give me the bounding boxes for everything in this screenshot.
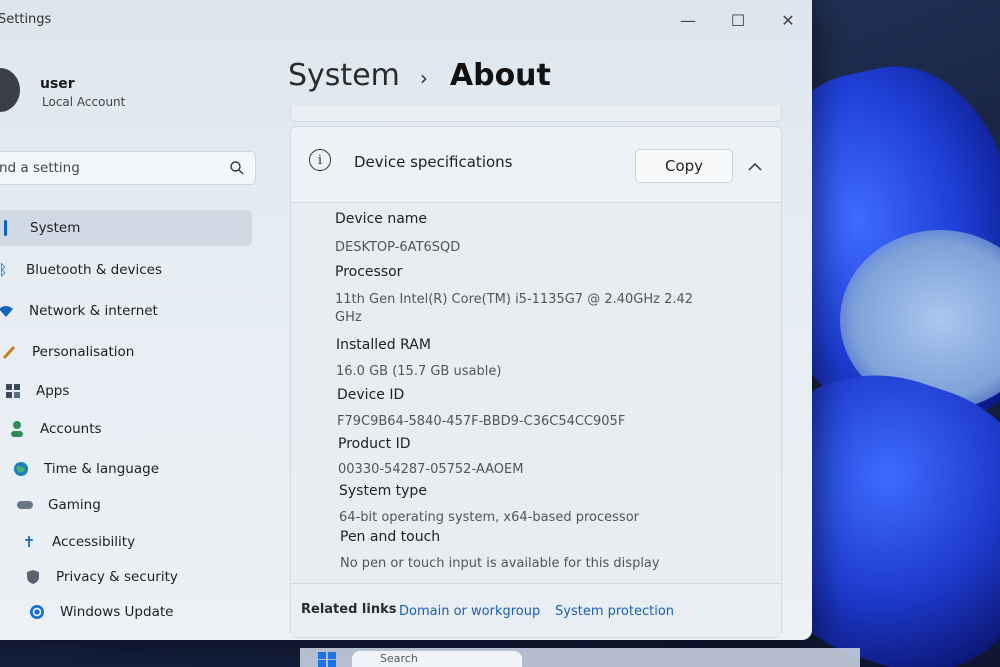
taskbar-search[interactable]: Search xyxy=(352,651,522,667)
accessibility-icon: ✝ xyxy=(22,533,36,551)
person-icon xyxy=(8,420,26,438)
sidebar-item-bluetooth[interactable]: ᛒ Bluetooth & devices xyxy=(0,252,256,288)
spec-label-installed-ram: Installed RAM xyxy=(336,337,431,353)
brush-icon xyxy=(0,343,18,361)
sidebar-item-label: Accounts xyxy=(40,421,102,437)
globe-icon xyxy=(12,460,30,478)
close-icon: ✕ xyxy=(781,10,795,30)
spec-label-product-id: Product ID xyxy=(338,436,411,452)
active-indicator xyxy=(4,220,7,236)
windows-start-icon[interactable] xyxy=(318,652,336,667)
breadcrumb: System › About xyxy=(288,58,551,93)
page-title: About xyxy=(449,58,551,93)
sidebar-item-label: Accessibility xyxy=(52,534,136,550)
spec-value-product-id[interactable]: 00330-54287-05752-AAOEM xyxy=(338,461,638,479)
sidebar-item-label: System xyxy=(30,220,81,236)
settings-window: Settings — ☐ ✕ user Local Account System… xyxy=(0,0,812,640)
sidebar-item-label: Privacy & security xyxy=(56,569,178,585)
sidebar-item-privacy-security[interactable]: Privacy & security xyxy=(24,559,286,595)
device-specifications-header[interactable]: i Device specifications Copy xyxy=(291,127,781,203)
sidebar-item-label: Apps xyxy=(36,383,70,399)
device-specifications-title: Device specifications xyxy=(354,153,513,171)
sidebar-item-windows-update[interactable]: Windows Update xyxy=(28,594,290,630)
sidebar-item-label: Time & language xyxy=(44,461,160,477)
user-name: user xyxy=(40,76,75,92)
sidebar-item-label: Gaming xyxy=(48,497,101,513)
update-icon xyxy=(28,603,46,621)
shield-icon xyxy=(24,568,42,586)
gamepad-icon xyxy=(16,496,34,514)
sidebar-item-accounts[interactable]: Accounts xyxy=(8,411,270,447)
spec-label-device-id: Device ID xyxy=(337,387,405,403)
search-icon[interactable] xyxy=(229,160,245,176)
search-input[interactable] xyxy=(0,152,221,184)
sidebar-item-system[interactable]: System xyxy=(0,210,252,246)
sidebar-item-accessibility[interactable]: ✝ Accessibility xyxy=(20,524,282,560)
spec-value-installed-ram[interactable]: 16.0 GB (15.7 GB usable) xyxy=(336,363,636,381)
sidebar-item-gaming[interactable]: Gaming xyxy=(16,487,278,523)
search-box[interactable] xyxy=(0,151,256,185)
title-bar[interactable]: Settings — ☐ ✕ xyxy=(0,0,812,40)
copy-button[interactable]: Copy xyxy=(635,149,733,183)
windows-specs-card-edge xyxy=(290,106,782,122)
spec-label-processor: Processor xyxy=(335,264,403,280)
related-links-title: Related links xyxy=(301,602,397,617)
avatar[interactable] xyxy=(0,68,20,112)
close-button[interactable]: ✕ xyxy=(766,6,810,34)
minimize-icon: — xyxy=(680,10,696,30)
sidebar-item-label: Network & internet xyxy=(29,303,158,319)
sidebar-item-time-language[interactable]: Time & language xyxy=(12,451,274,487)
spec-value-device-name[interactable]: DESKTOP-6AT6SQD xyxy=(335,239,635,257)
info-icon: i xyxy=(309,149,331,171)
device-specifications-card: i Device specifications Copy Device name… xyxy=(290,126,782,638)
system-protection-link[interactable]: System protection xyxy=(555,604,674,619)
taskbar-search-label: Search xyxy=(380,652,418,665)
spec-value-system-type[interactable]: 64-bit operating system, x64-based proce… xyxy=(339,509,679,527)
sidebar-item-network[interactable]: Network & internet xyxy=(0,293,259,329)
chevron-up-icon[interactable] xyxy=(743,157,767,177)
maximize-icon: ☐ xyxy=(730,10,746,30)
sidebar-item-label: Windows Update xyxy=(60,604,174,620)
minimize-button[interactable]: — xyxy=(666,6,710,34)
domain-or-workgroup-link[interactable]: Domain or workgroup xyxy=(399,604,540,619)
related-links-bar: Related links Domain or workgroup System… xyxy=(291,583,781,637)
taskbar: Search xyxy=(300,648,860,667)
app-title: Settings xyxy=(0,12,52,27)
spec-value-pen-touch[interactable]: No pen or touch input is available for t… xyxy=(340,555,700,573)
bluetooth-icon: ᛒ xyxy=(0,261,8,279)
spec-label-pen-touch: Pen and touch xyxy=(340,529,441,545)
user-account-type: Local Account xyxy=(42,95,126,109)
maximize-button[interactable]: ☐ xyxy=(716,6,760,34)
breadcrumb-system-link[interactable]: System xyxy=(288,58,400,93)
spec-label-system-type: System type xyxy=(339,483,427,499)
apps-icon xyxy=(4,382,22,400)
spec-value-processor[interactable]: 11th Gen Intel(R) Core(TM) i5-1135G7 @ 2… xyxy=(335,291,707,327)
spec-value-device-id[interactable]: F79C9B64-5840-457F-BBD9-C36C54CC905F xyxy=(337,413,657,431)
wifi-icon xyxy=(0,302,15,320)
chevron-right-icon: › xyxy=(419,66,428,90)
sidebar-item-apps[interactable]: Apps xyxy=(4,373,266,409)
spec-label-device-name: Device name xyxy=(335,211,428,227)
sidebar-item-personalisation[interactable]: Personalisation xyxy=(0,334,262,370)
sidebar-item-label: Bluetooth & devices xyxy=(26,262,163,278)
sidebar-item-label: Personalisation xyxy=(32,344,135,360)
